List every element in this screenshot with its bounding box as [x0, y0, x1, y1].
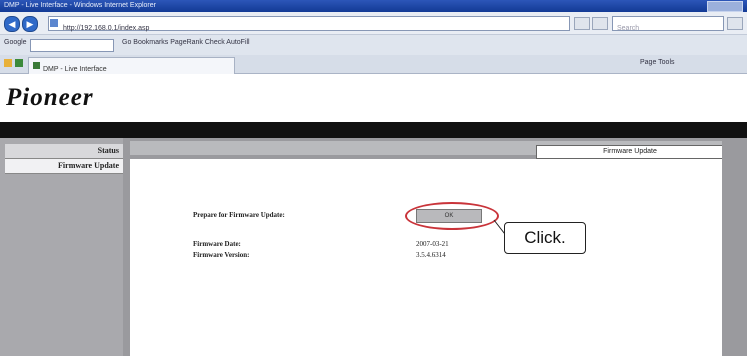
search-input[interactable]: Search — [612, 16, 724, 32]
firmware-date-value: 2007-03-21 — [416, 240, 449, 248]
nav-item-label: Firmware Update — [58, 161, 119, 170]
back-button[interactable]: ◀ — [4, 16, 20, 32]
add-favorites-icon[interactable] — [15, 59, 23, 67]
pioneer-logo: Pioneer — [6, 84, 94, 111]
nav-item-firmware-update[interactable]: Firmware Update — [5, 159, 123, 174]
links-toolbar: Google Go Bookmarks PageRank Check AutoF… — [0, 34, 747, 55]
page-icon — [50, 19, 58, 27]
window-controls[interactable] — [707, 1, 743, 12]
tab-favicon-icon — [33, 62, 40, 69]
window-title-bar: DMP - Live Interface - Windows Internet … — [0, 0, 747, 12]
header-band — [0, 122, 747, 138]
address-row: ◀ ▶ http://192.168.0.1/index.asp Search — [0, 12, 747, 34]
side-navigation: Status Firmware Update — [0, 138, 123, 356]
toolbar-links[interactable]: Go Bookmarks PageRank Check AutoFill — [122, 39, 250, 46]
nav-item-status[interactable]: Status — [5, 144, 123, 159]
click-callout: Click. — [504, 222, 586, 254]
forward-button[interactable]: ▶ — [22, 16, 38, 32]
address-bar[interactable]: http://192.168.0.1/index.asp — [48, 16, 570, 32]
page-title: Firmware Update — [536, 145, 724, 159]
browser-tab[interactable]: DMP - Live Interface — [28, 57, 235, 74]
google-search-input[interactable] — [30, 39, 114, 52]
page-tools-menu[interactable]: Page Tools — [640, 59, 675, 66]
nav-item-label: Status — [97, 146, 119, 155]
prepare-label: Prepare for Firmware Update: — [193, 211, 285, 219]
stop-button[interactable] — [592, 17, 608, 30]
firmware-version-label: Firmware Version: — [193, 251, 250, 259]
tab-title: DMP - Live Interface — [43, 66, 107, 73]
refresh-button[interactable] — [574, 17, 590, 30]
window-title: DMP - Live Interface - Windows Internet … — [4, 2, 156, 9]
address-text: http://192.168.0.1/index.asp — [63, 25, 150, 32]
tab-row: DMP - Live Interface Page Tools — [0, 55, 747, 74]
firmware-version-value: 3.5.4.6314 — [416, 251, 446, 259]
highlight-circle — [405, 202, 499, 230]
callout-text: Click. — [524, 228, 566, 247]
forward-arrow-icon: ▶ — [26, 19, 34, 29]
favorites-star-icon[interactable] — [4, 59, 12, 67]
search-placeholder: Search — [617, 25, 640, 32]
google-toolbar-label: Google — [4, 39, 27, 46]
page-title-text: Firmware Update — [603, 148, 657, 155]
back-arrow-icon: ◀ — [8, 19, 16, 29]
page-header: Pioneer — [0, 74, 747, 122]
right-scroll-area — [722, 138, 747, 356]
search-button[interactable] — [727, 17, 743, 30]
firmware-date-label: Firmware Date: — [193, 240, 241, 248]
